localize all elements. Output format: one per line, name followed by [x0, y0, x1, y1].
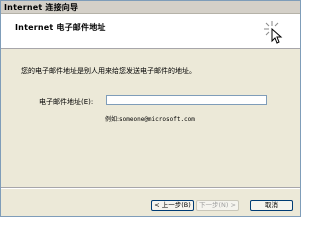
example-address: someone@microsoft.com [119, 116, 195, 123]
example-prefix: 例如: [105, 116, 120, 123]
wizard-footer: < 上一步(B) 下一步(N) > 取消 [1, 187, 300, 217]
back-button[interactable]: < 上一步(B) [151, 200, 194, 211]
page-title: Internet 电子邮件地址 [15, 23, 106, 32]
window-title: Internet 连接向导 [1, 1, 300, 14]
example-text: 例如:someone@microsoft.com [105, 114, 195, 123]
cancel-button[interactable]: 取消 [250, 200, 293, 211]
intro-text: 您的电子邮件地址是别人用来给您发送电子邮件的地址。 [21, 67, 196, 75]
wizard-header: Internet 电子邮件地址 [1, 14, 300, 49]
wizard-window: Internet 连接向导 Internet 电子邮件地址 您的电子邮件地址是别… [0, 0, 301, 217]
email-field-label: 电子邮件地址(E): [39, 98, 94, 106]
next-button[interactable]: 下一步(N) > [196, 200, 239, 211]
footer-divider [1, 188, 300, 189]
email-field[interactable] [106, 95, 267, 105]
wizard-content: 您的电子邮件地址是别人用来给您发送电子邮件的地址。 电子邮件地址(E): 例如:… [1, 49, 300, 187]
wizard-cursor-icon [264, 21, 283, 44]
